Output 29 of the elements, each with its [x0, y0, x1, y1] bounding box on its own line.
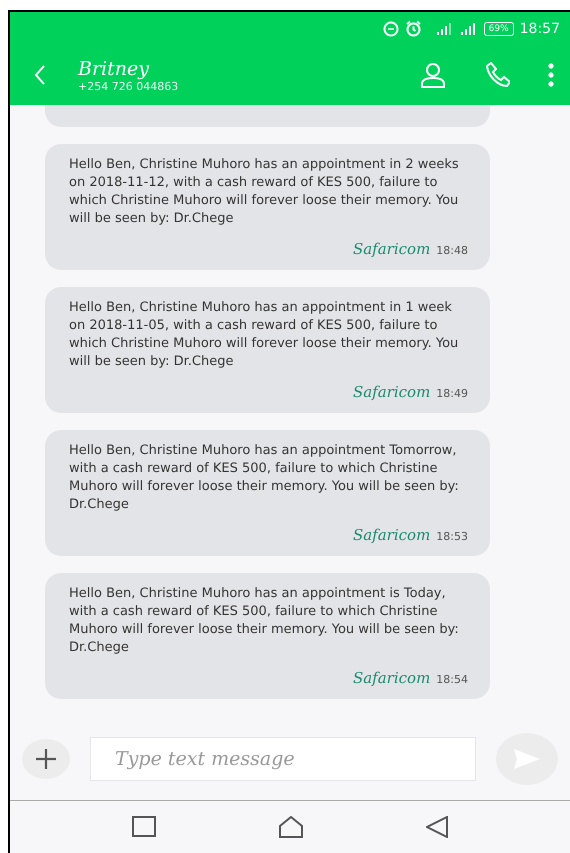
message-text: Hello Ben, Christine Muhoro has an appointment in 1 week on 2018-11-05, with a cash reward of KES 500, failure to which Christine Muhoro will forever loose their memory. You will be seen by: Dr.Chege: [69, 299, 460, 371]
contact-number: +254 726 044863: [78, 80, 180, 92]
message-time: 18:48: [436, 244, 468, 257]
back-icon[interactable]: [426, 816, 448, 838]
message-text: Hello Ben, Christine Muhoro has an appointment is Today, with a cash reward of KES 500, failure to which Christine Muhoro will forever loose their memory. You will be seen by: Dr.Chege: [69, 585, 460, 657]
do-not-disturb-icon: [382, 20, 399, 36]
phone-icon[interactable]: [484, 62, 510, 88]
message-input-field[interactable]: Type text message: [90, 737, 476, 781]
message-text: Hello Ben, Christine Muhoro has an appointment in 2 weeks on 2018-11-12, with a cash reward of KES 500, failure to which Christine Muhoro will forever loose their memory. You will be seen by: Dr.Chege: [69, 156, 460, 228]
contact-name: Britney: [78, 58, 150, 80]
signal-icon: [436, 22, 454, 36]
add-button[interactable]: [22, 739, 70, 779]
person-icon[interactable]: [420, 62, 446, 88]
plus-icon: [35, 748, 57, 770]
message-sender: Safaricom: [352, 669, 430, 687]
message-sender: Safaricom: [352, 240, 430, 258]
message-text: Hello Ben, Christine Muhoro has an appointment Tomorrow, with a cash reward of KES 500, failure to which Christine Muhoro will forever loose their memory. You will be seen by: Dr.Chege: [69, 442, 460, 514]
more-icon[interactable]: [548, 63, 554, 87]
alarm-icon: [404, 20, 422, 37]
message-time: 18:54: [436, 673, 468, 686]
message-time: 18:49: [436, 387, 468, 400]
status-time: 18:57: [520, 20, 560, 36]
message-time: 18:53: [436, 530, 468, 543]
battery-indicator: 69%: [484, 22, 514, 36]
recent-apps-icon[interactable]: [132, 816, 156, 838]
message-sender: Safaricom: [352, 526, 430, 544]
message-sender: Safaricom: [352, 383, 430, 401]
signal-icon: [460, 22, 478, 36]
home-icon[interactable]: [278, 816, 303, 838]
